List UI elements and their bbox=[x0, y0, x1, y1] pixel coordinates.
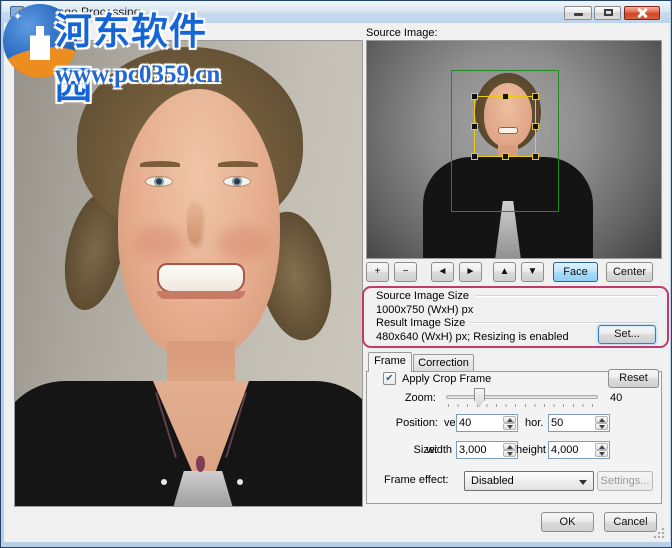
vert-spinner[interactable] bbox=[503, 416, 516, 430]
hor-input[interactable] bbox=[551, 416, 595, 430]
spinner-up-icon bbox=[598, 444, 605, 449]
move-left-button[interactable]: ◄ bbox=[431, 262, 454, 282]
group-divider bbox=[471, 322, 658, 324]
height-input[interactable] bbox=[551, 443, 595, 457]
reset-button[interactable]: Reset bbox=[608, 369, 659, 388]
face-button[interactable]: Face bbox=[553, 262, 598, 282]
zoom-slider-label: Zoom: bbox=[404, 392, 436, 404]
photo-cheek bbox=[218, 226, 270, 260]
frame-effect-value: Disabled bbox=[471, 475, 514, 487]
photo-nose bbox=[187, 201, 201, 243]
apply-crop-label: Apply Crop Frame bbox=[402, 373, 492, 385]
resize-handle[interactable] bbox=[502, 93, 509, 100]
zoom-out-button[interactable]: − bbox=[394, 262, 417, 282]
width-label: width bbox=[426, 444, 452, 456]
maximize-button[interactable] bbox=[594, 6, 621, 20]
hor-stepper[interactable] bbox=[548, 414, 610, 432]
source-size-value: 1000x750 (WxH) px bbox=[376, 304, 474, 316]
photo-smile bbox=[157, 263, 245, 293]
dialog-client-area: Result Image: Source Image: + − ◄ ► ▲ ▼ … bbox=[4, 23, 670, 542]
title-bar[interactable]: ID Image Processing bbox=[2, 1, 670, 23]
apply-crop-checkbox[interactable]: ✔ bbox=[383, 372, 396, 385]
resize-handle[interactable] bbox=[471, 123, 478, 130]
frame-effect-dropdown[interactable]: Disabled bbox=[464, 471, 594, 491]
move-right-button[interactable]: ► bbox=[459, 262, 482, 282]
window-title: ID Image Processing bbox=[29, 5, 141, 19]
hor-label: hor. bbox=[525, 417, 544, 429]
height-stepper[interactable] bbox=[548, 441, 610, 459]
ok-button[interactable]: OK bbox=[541, 512, 594, 532]
spinner-up-button[interactable] bbox=[503, 416, 516, 423]
photo-eye bbox=[223, 176, 251, 187]
minimize-icon bbox=[574, 13, 583, 16]
resize-handle[interactable] bbox=[502, 153, 509, 160]
check-icon: ✔ bbox=[385, 373, 394, 384]
photo-brow bbox=[140, 161, 180, 167]
spinner-up-button[interactable] bbox=[595, 416, 608, 423]
vert-input[interactable] bbox=[459, 416, 503, 430]
resize-handle[interactable] bbox=[471, 93, 478, 100]
result-image-view[interactable] bbox=[14, 40, 363, 507]
move-up-button[interactable]: ▲ bbox=[493, 262, 516, 282]
spinner-down-icon bbox=[598, 451, 605, 456]
resize-handle[interactable] bbox=[532, 93, 539, 100]
spinner-down-icon bbox=[506, 424, 513, 429]
app-icon bbox=[10, 6, 24, 18]
tab-correction[interactable]: Correction bbox=[413, 354, 474, 372]
photo-eye bbox=[145, 176, 173, 187]
photo-pendant bbox=[196, 456, 205, 472]
set-button[interactable]: Set... bbox=[598, 325, 656, 344]
source-photo bbox=[367, 41, 661, 258]
width-stepper[interactable] bbox=[456, 441, 518, 459]
center-button[interactable]: Center bbox=[606, 262, 653, 282]
chevron-down-icon bbox=[579, 480, 587, 485]
resize-handle[interactable] bbox=[532, 153, 539, 160]
photo-lip bbox=[157, 291, 245, 299]
vert-stepper[interactable] bbox=[456, 414, 518, 432]
zoom-slider-track[interactable] bbox=[446, 395, 598, 399]
spinner-up-icon bbox=[506, 417, 513, 422]
width-input[interactable] bbox=[459, 443, 503, 457]
photo-brow bbox=[218, 161, 258, 167]
zoom-value: 40 bbox=[610, 392, 623, 404]
spinner-up-icon bbox=[598, 417, 605, 422]
zoom-in-button[interactable]: + bbox=[366, 262, 389, 282]
spinner-down-button[interactable] bbox=[503, 423, 516, 430]
close-button[interactable] bbox=[624, 6, 660, 20]
resize-handle[interactable] bbox=[471, 153, 478, 160]
app-window: ID Image Processing Result Image: Source… bbox=[0, 0, 672, 548]
spinner-down-icon bbox=[598, 424, 605, 429]
photo-button-dot bbox=[237, 479, 243, 485]
frame-effect-label: Frame effect: bbox=[384, 474, 449, 486]
source-size-label: Source Image Size bbox=[376, 290, 469, 302]
face-selection-rect[interactable] bbox=[471, 93, 539, 160]
result-size-value: 480x640 (WxH) px; Resizing is enabled bbox=[376, 331, 569, 343]
result-image-label: Result Image: bbox=[14, 27, 82, 39]
spinner-down-button[interactable] bbox=[595, 450, 608, 457]
minimize-button[interactable] bbox=[564, 6, 592, 20]
height-label: height bbox=[516, 444, 546, 456]
source-image-label: Source Image: bbox=[366, 27, 438, 39]
close-icon bbox=[637, 8, 647, 18]
photo-cheek bbox=[133, 226, 185, 260]
settings-button: Settings... bbox=[597, 471, 653, 491]
hor-spinner[interactable] bbox=[595, 416, 608, 430]
position-label: Position: bbox=[395, 417, 438, 429]
resize-handle[interactable] bbox=[532, 123, 539, 130]
height-spinner[interactable] bbox=[595, 443, 608, 457]
resize-grip[interactable] bbox=[653, 527, 665, 539]
photo-button-dot bbox=[161, 479, 167, 485]
group-divider bbox=[474, 295, 658, 297]
result-photo bbox=[15, 41, 362, 506]
result-size-label: Result Image Size bbox=[376, 317, 466, 329]
zoom-slider-ticks bbox=[448, 404, 598, 407]
cancel-button[interactable]: Cancel bbox=[604, 512, 657, 532]
move-down-button[interactable]: ▼ bbox=[521, 262, 544, 282]
maximize-icon bbox=[603, 9, 613, 16]
source-image-view[interactable] bbox=[366, 40, 662, 259]
tab-frame[interactable]: Frame bbox=[368, 352, 412, 372]
spinner-down-button[interactable] bbox=[595, 423, 608, 430]
spinner-up-button[interactable] bbox=[595, 443, 608, 450]
